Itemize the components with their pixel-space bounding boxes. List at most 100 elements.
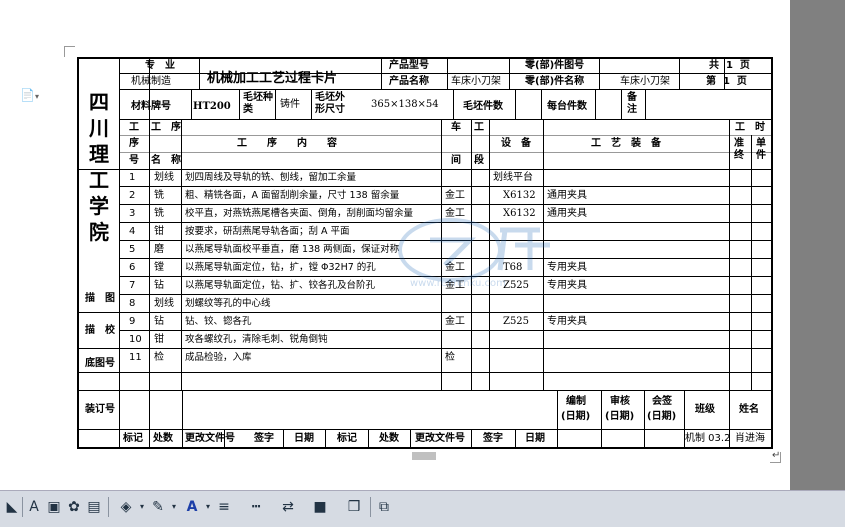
select-objects-icon[interactable]: ⧉ (376, 499, 392, 515)
base-drawing-label: 底图号 (85, 358, 115, 369)
watermark-text: www.renrenku.com (410, 278, 506, 289)
compile-date-label: (日期) (561, 411, 591, 422)
row-workshop: 金工 (445, 190, 465, 201)
vertical-scroll-area[interactable] (790, 0, 845, 490)
footer-mark-label: 标记 (337, 433, 357, 444)
row-step-no: 3 (129, 208, 136, 219)
col-step-no: 序 (129, 138, 139, 149)
row-workshop: 检 (445, 352, 455, 363)
col-time-prep: 准终 (734, 138, 744, 161)
check-label: 描 校 (85, 325, 115, 336)
product-model-label: 产品型号 (389, 60, 429, 71)
row-equipment: Z525 (503, 316, 530, 327)
row-equipment: X6132 (503, 190, 536, 201)
page-break-handle[interactable] (412, 452, 436, 460)
blank-size-value: 365×138×54 (371, 99, 439, 110)
col-workshop: 间 (451, 155, 461, 166)
row-content: 成品检验，入库 (185, 352, 252, 363)
image-icon[interactable]: ▣ (46, 499, 62, 515)
major-value: 机械制造 (131, 76, 171, 87)
fill-color-icon[interactable]: ◈ (118, 499, 134, 515)
footer-mark-label: 标记 (123, 433, 143, 444)
school-name: 四川理 工学院 (89, 90, 109, 244)
row-step-name: 磨 (154, 244, 164, 255)
dropdown-icon[interactable]: ▾ (200, 499, 216, 515)
review-label: 审核 (610, 396, 630, 407)
row-equipment: 划线平台 (493, 172, 533, 183)
footer-count-label: 处数 (153, 433, 173, 444)
arrow-style-icon[interactable]: ⇄ (280, 499, 296, 515)
drawing-toolbar: ◣ A ▣ ✿ ▤ ◈ ▾ ✎ ▾ A ▾ ≡ ┅ ⇄ ■ ❒ ⧉ (0, 490, 845, 527)
row-step-no: 1 (129, 172, 136, 183)
col-tooling: 工 艺 装 备 (591, 138, 661, 149)
row-step-no: 11 (129, 352, 142, 363)
row-step-name: 划线 (154, 172, 174, 183)
wordart-icon[interactable]: A (26, 499, 42, 515)
row-step-no: 9 (129, 316, 136, 327)
row-content: 攻各螺纹孔，清除毛刺、锐角倒钝 (185, 334, 328, 345)
paragraph-mark-icon: ↵ (772, 450, 781, 461)
row-content: 按要求，研刮燕尾导轨各面；刮 A 平面 (185, 226, 350, 237)
row-content: 校平直，对燕铣燕尾槽各夹面、倒角，刮削面均留余量 (185, 208, 414, 219)
clipart-icon[interactable]: ✿ (66, 499, 82, 515)
col-step-name: 名 称 (151, 155, 181, 166)
picture-icon[interactable]: ▤ (86, 499, 102, 515)
footer-date-label: 日期 (294, 433, 314, 444)
class-value: 机制 03.2 (685, 433, 731, 444)
total-pages: 共 1 页 (709, 60, 750, 71)
col-workshop: 车 (451, 122, 461, 133)
blank-kind-value: 铸件 (280, 99, 300, 110)
col-step-no: 工 (129, 122, 139, 133)
per-piece-label: 每台件数 (547, 101, 587, 112)
watermark-logo: www.renrenku.com (398, 218, 550, 289)
blank-count-label: 毛坯件数 (463, 101, 503, 112)
row-step-name: 铣 (154, 190, 164, 201)
footer-count-label: 处数 (379, 433, 399, 444)
dash-style-icon[interactable]: ┅ (248, 499, 264, 515)
font-color-icon[interactable]: A (184, 499, 200, 515)
row-step-no: 6 (129, 262, 136, 273)
shadow-icon[interactable]: ■ (312, 499, 328, 515)
footer-sign-label: 签字 (483, 433, 503, 444)
row-step-no: 8 (129, 298, 136, 309)
row-content: 以燕尾导轨面校平垂直，磨 138 两侧面，保证对称 (185, 244, 400, 255)
row-content: 划四周线及导轨的铣、刨线，留加工余量 (185, 172, 357, 183)
document-map-icon[interactable]: 📄▾ (20, 88, 39, 102)
line-style-icon[interactable]: ≡ (216, 499, 232, 515)
row-content: 划螺纹等孔的中心线 (185, 298, 271, 309)
draw-label: 描 图 (85, 293, 115, 304)
page-number: 第 1 页 (706, 76, 747, 87)
row-step-name: 钳 (154, 334, 164, 345)
col-section: 段 (474, 155, 484, 166)
material-value: HT200 (193, 101, 231, 112)
row-step-no: 7 (129, 280, 136, 291)
name-value: 肖进海 (735, 433, 765, 444)
line-color-icon[interactable]: ✎ (150, 499, 166, 515)
row-step-name: 镗 (154, 262, 164, 273)
row-step-name: 铣 (154, 208, 164, 219)
part-name-label: 零(部)件名称 (525, 76, 585, 87)
col-time-unit: 单件 (756, 138, 766, 161)
row-step-no: 4 (129, 226, 136, 237)
col-step-no: 号 (129, 155, 139, 166)
dropdown-icon[interactable]: ▾ (166, 499, 182, 515)
row-tooling: 专用夹具 (547, 316, 587, 327)
col-equipment: 设 备 (501, 138, 531, 149)
compile-label: 编制 (566, 396, 586, 407)
major-label: 专 业 (145, 60, 175, 71)
footer-change-doc-label: 更改文件号 (185, 433, 235, 444)
col-content: 工 序 内 容 (237, 138, 337, 149)
row-step-no: 10 (129, 334, 142, 345)
product-name-label: 产品名称 (389, 76, 429, 87)
binding-label: 装订号 (85, 404, 115, 415)
dropdown-icon[interactable]: ▾ (134, 499, 150, 515)
material-label: 材料牌号 (131, 101, 171, 112)
class-label: 班级 (695, 404, 715, 415)
draw-arrow-icon[interactable]: ◣ (4, 499, 20, 515)
3d-icon[interactable]: ❒ (346, 499, 362, 515)
col-time: 工 时 (735, 122, 765, 133)
row-step-name: 钻 (154, 316, 164, 327)
row-tooling: 通用夹具 (547, 190, 587, 201)
row-content: 粗、精铣各面，A 面留刮削余量，尺寸 138 留余量 (185, 190, 400, 201)
col-section: 工 (474, 122, 484, 133)
